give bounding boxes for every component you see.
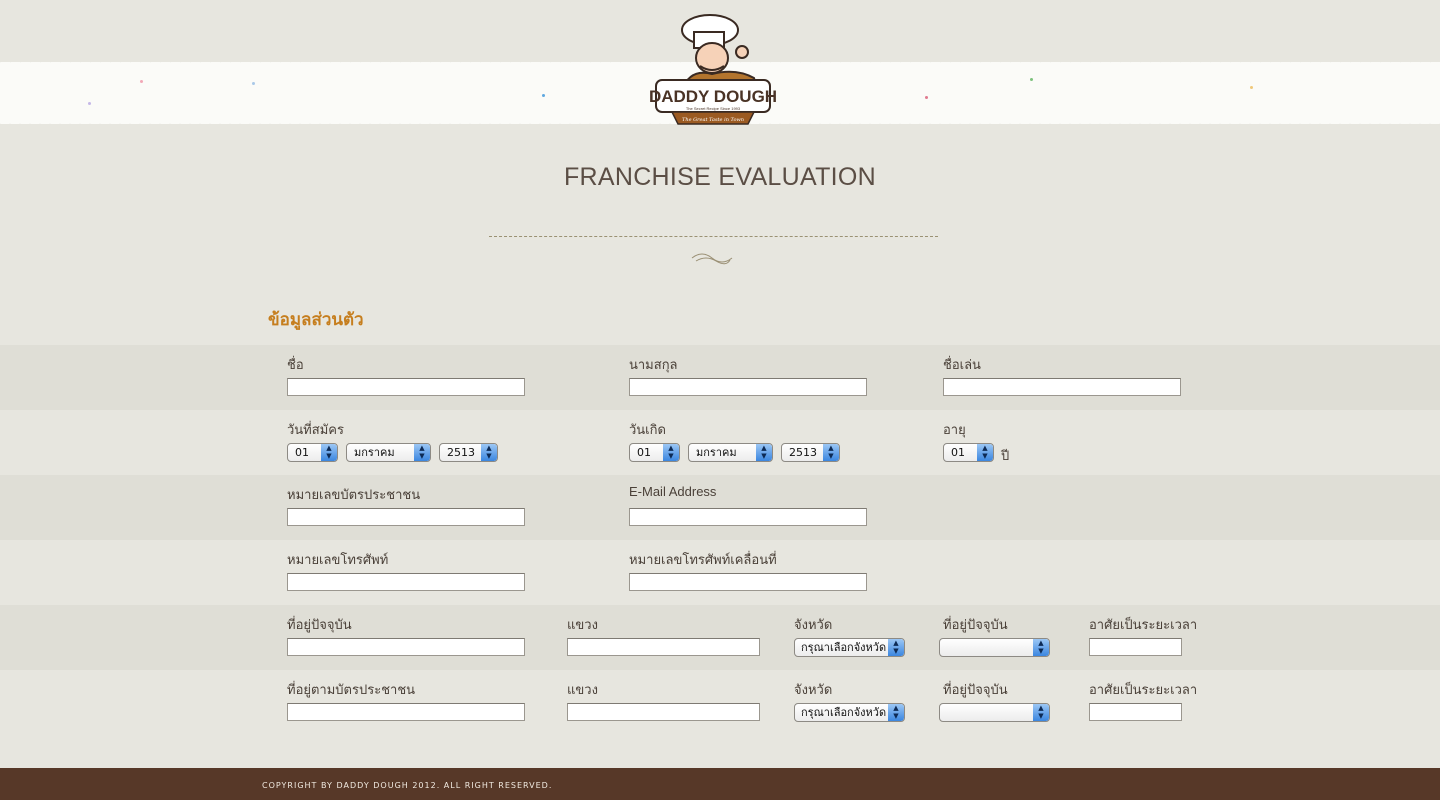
apply-day-select[interactable]: 01 ▲ ▼	[287, 443, 338, 462]
select-arrows-icon: ▲ ▼	[414, 444, 430, 461]
province-placeholder: กรุณาเลือกจังหวัด	[801, 641, 887, 654]
section-title-personal-info: ข้อมูลส่วนตัว	[268, 310, 364, 330]
card-address-label: ที่อยู่ตามบัตรประชาชน	[287, 683, 416, 698]
apply-year-value: 2513	[447, 446, 475, 459]
dotted-divider	[489, 236, 938, 237]
nickname-label: ชื่อเล่น	[943, 358, 981, 373]
daddy-dough-logo[interactable]: DADDY DOUGH The Secret Recipe Since 1993…	[650, 8, 776, 132]
id-card-label: หมายเลขบัตรประชาชน	[287, 488, 421, 503]
logo-tagline: The Secret Recipe Since 1993	[686, 106, 741, 111]
select-arrows-icon: ▲ ▼	[977, 444, 993, 461]
select-arrows-icon: ▲ ▼	[321, 444, 337, 461]
current-address-select[interactable]: ▲ ▼	[939, 703, 1050, 722]
last-name-input[interactable]	[629, 378, 867, 396]
age-label: อายุ	[943, 423, 966, 438]
age-select[interactable]: 01 ▲ ▼	[943, 443, 994, 462]
select-arrows-icon: ▲ ▼	[823, 444, 839, 461]
residence-duration-input[interactable]	[1089, 638, 1182, 656]
swirl-ornament	[691, 253, 733, 265]
select-arrows-icon: ▲ ▼	[1033, 639, 1049, 656]
birth-date-label: วันเกิด	[629, 423, 666, 438]
phone-label: หมายเลขโทรศัพท์	[287, 553, 389, 568]
logo-ribbon-text: The Great Taste in Town	[682, 117, 744, 123]
province-select[interactable]: กรุณาเลือกจังหวัด ▲ ▼	[794, 638, 905, 657]
select-arrows-icon: ▲ ▼	[1033, 704, 1049, 721]
residence-duration-label: อาศัยเป็นระยะเวลา	[1089, 683, 1198, 698]
residence-duration-input[interactable]	[1089, 703, 1182, 721]
district-label: แขวง	[567, 618, 598, 633]
footer: COPYRIGHT BY DADDY DOUGH 2012. ALL RIGHT…	[0, 762, 1440, 800]
mobile-label: หมายเลขโทรศัพท์เคลื่อนที่	[629, 553, 777, 568]
form-row-phones: หมายเลขโทรศัพท์ หมายเลขโทรศัพท์เคลื่อนที…	[0, 540, 1440, 605]
age-value: 01	[951, 446, 965, 459]
first-name-input[interactable]	[287, 378, 525, 396]
birth-day-select[interactable]: 01 ▲ ▼	[629, 443, 680, 462]
birth-month-select[interactable]: มกราคม ▲ ▼	[688, 443, 773, 462]
select-arrows-icon: ▲ ▼	[663, 444, 679, 461]
age-unit: ปี	[1001, 449, 1010, 464]
mobile-input[interactable]	[629, 573, 867, 591]
birth-year-value: 2513	[789, 446, 817, 459]
form-row-card-address: ที่อยู่ตามบัตรประชาชน แขวง จังหวัด กรุณา…	[0, 670, 1440, 735]
province-placeholder: กรุณาเลือกจังหวัด	[801, 706, 887, 719]
district-input[interactable]	[567, 638, 760, 656]
last-name-label: นามสกุล	[629, 358, 678, 373]
nickname-input[interactable]	[943, 378, 1181, 396]
birth-month-value: มกราคม	[696, 446, 737, 459]
apply-day-value: 01	[295, 446, 309, 459]
card-address-input[interactable]	[287, 703, 525, 721]
email-input[interactable]	[629, 508, 867, 526]
copyright-text: COPYRIGHT BY DADDY DOUGH 2012. ALL RIGHT…	[262, 781, 553, 790]
apply-year-select[interactable]: 2513 ▲ ▼	[439, 443, 498, 462]
apply-date-label: วันที่สมัคร	[287, 423, 344, 438]
email-label: E-Mail Address	[629, 484, 717, 499]
select-arrows-icon: ▲ ▼	[756, 444, 772, 461]
apply-month-select[interactable]: มกราคม ▲ ▼	[346, 443, 431, 462]
form-row-name: ชื่อ นามสกุล ชื่อเล่น	[0, 345, 1440, 410]
id-card-input[interactable]	[287, 508, 525, 526]
birth-day-value: 01	[637, 446, 651, 459]
district-input[interactable]	[567, 703, 760, 721]
district-label: แขวง	[567, 683, 598, 698]
logo-text: DADDY DOUGH	[650, 87, 776, 106]
form-row-id-email: หมายเลขบัตรประชาชน E-Mail Address	[0, 475, 1440, 540]
current-address-input[interactable]	[287, 638, 525, 656]
province-label: จังหวัด	[794, 618, 833, 633]
first-name-label: ชื่อ	[287, 358, 304, 373]
current-address-label: ที่อยู่ปัจจุบัน	[287, 618, 352, 633]
birth-year-select[interactable]: 2513 ▲ ▼	[781, 443, 840, 462]
select-arrows-icon: ▲ ▼	[481, 444, 497, 461]
select-arrows-icon: ▲ ▼	[888, 639, 904, 656]
form-row-dates: วันที่สมัคร 01 ▲ ▼ มกราคม ▲ ▼ 2513 ▲ ▼ วันเกิด…	[0, 410, 1440, 475]
current-address-label-2: ที่อยู่ปัจจุบัน	[943, 683, 1008, 698]
phone-input[interactable]	[287, 573, 525, 591]
province-select[interactable]: กรุณาเลือกจังหวัด ▲ ▼	[794, 703, 905, 722]
current-address-label-2: ที่อยู่ปัจจุบัน	[943, 618, 1008, 633]
page-title: FRANCHISE EVALUATION	[563, 163, 877, 191]
province-label: จังหวัด	[794, 683, 833, 698]
select-arrows-icon: ▲ ▼	[888, 704, 904, 721]
apply-month-value: มกราคม	[354, 446, 395, 459]
form-row-current-address: ที่อยู่ปัจจุบัน แขวง จังหวัด กรุณาเลือกจ…	[0, 605, 1440, 670]
residence-duration-label: อาศัยเป็นระยะเวลา	[1089, 618, 1198, 633]
current-address-select[interactable]: ▲ ▼	[939, 638, 1050, 657]
